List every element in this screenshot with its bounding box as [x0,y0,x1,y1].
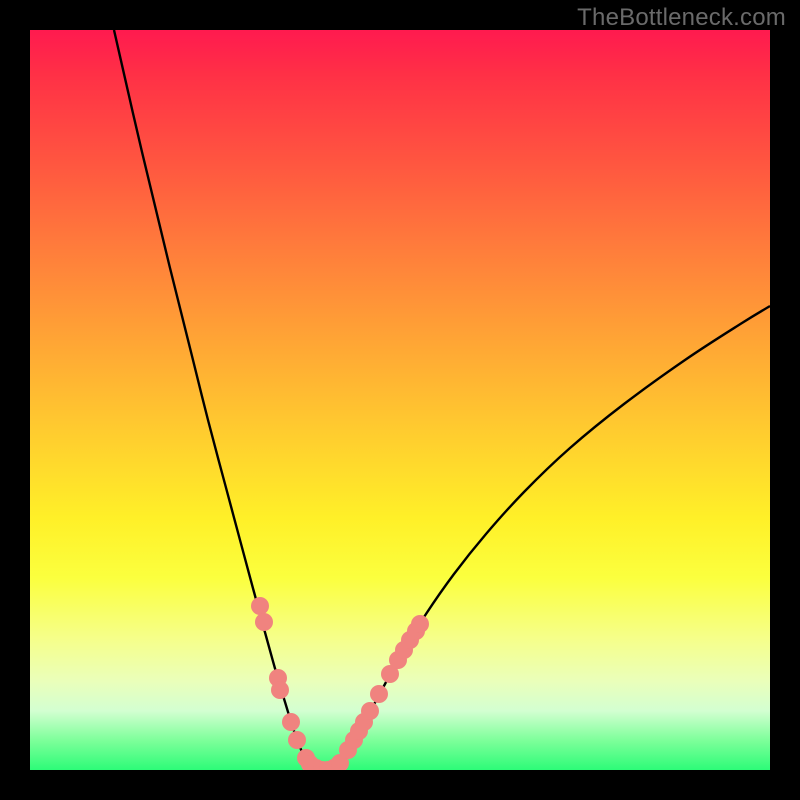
bottleneck-curve [114,30,770,770]
watermark-text: TheBottleneck.com [577,4,786,32]
curve-markers [251,597,429,770]
plot-area [30,30,770,770]
curve-svg [30,30,770,770]
curve-marker [282,713,300,731]
chart-container: TheBottleneck.com [0,0,800,800]
curve-marker [271,681,289,699]
curve-marker [411,615,429,633]
curve-marker [288,731,306,749]
curve-marker [251,597,269,615]
curve-marker [255,613,273,631]
curve-marker [361,702,379,720]
curve-marker [370,685,388,703]
